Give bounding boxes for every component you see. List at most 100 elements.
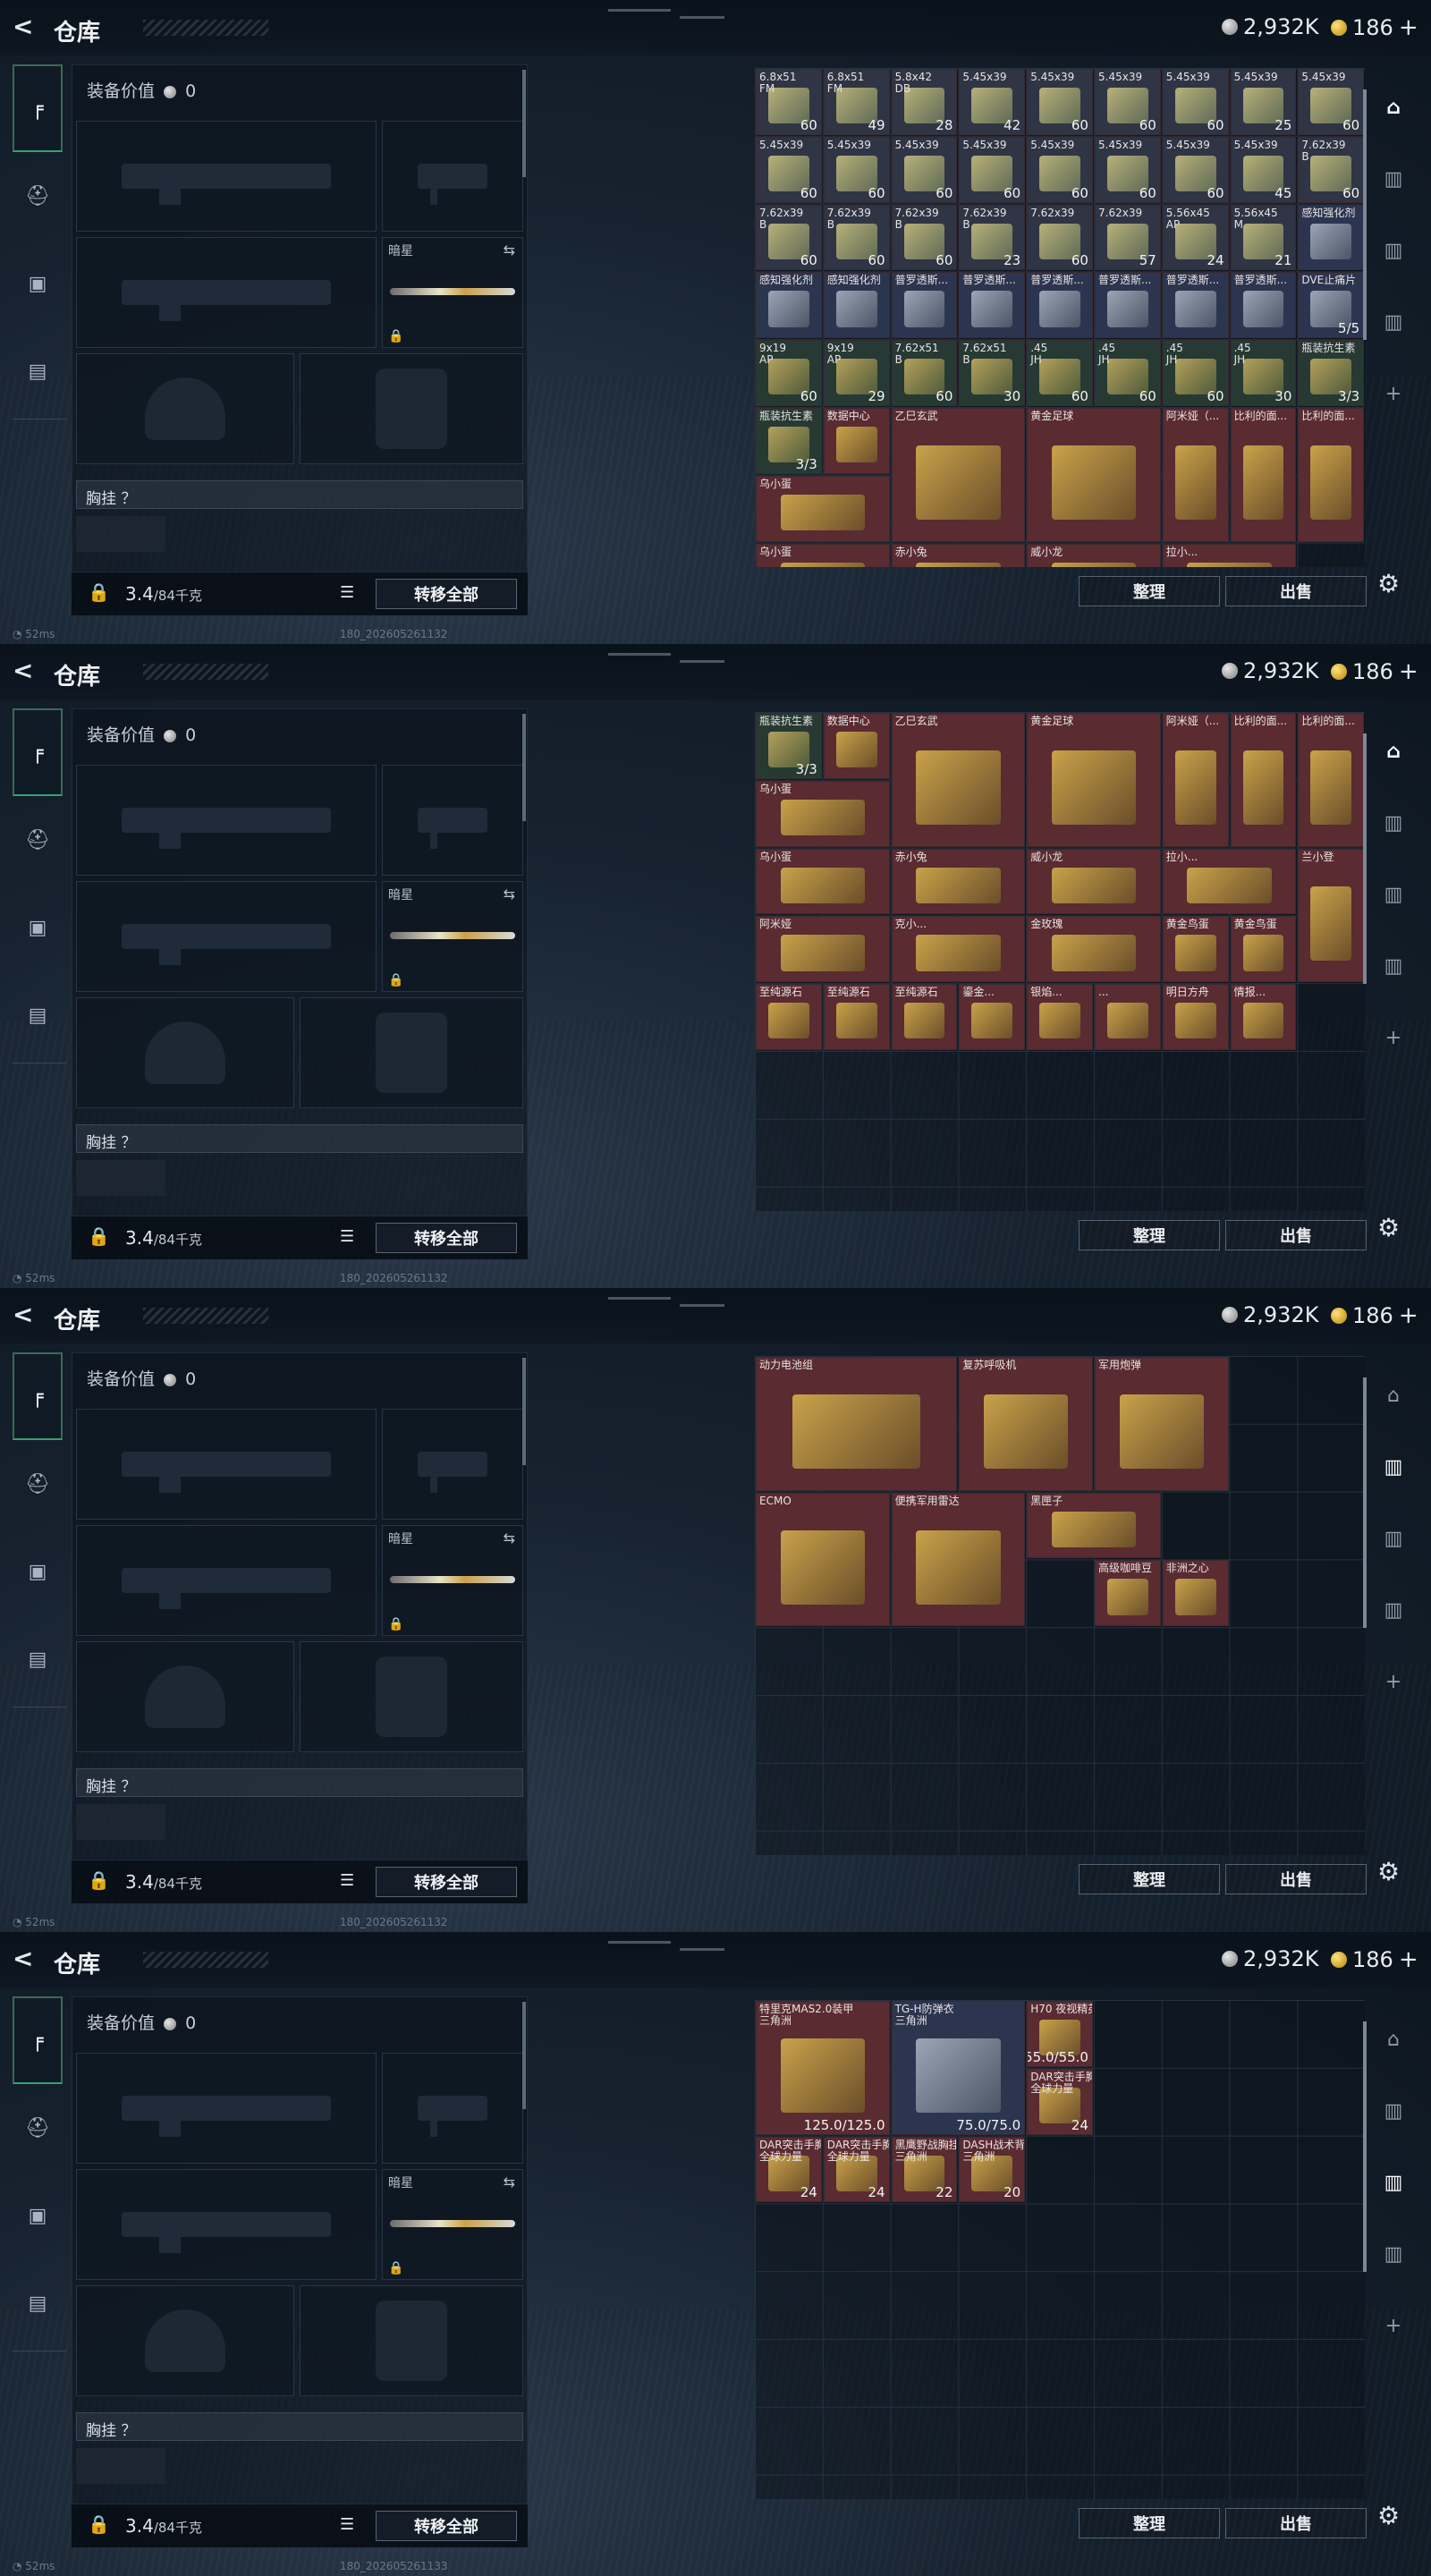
helmet-tab[interactable]: ⛑ [13, 1440, 63, 1528]
stash-item[interactable]: 7.62x39 B 60 [1298, 136, 1365, 203]
stash-item[interactable]: 7.62x39 B 23 [959, 204, 1026, 271]
loadout-scrollbar[interactable] [522, 70, 526, 177]
stash-item[interactable]: 鎏金... [959, 984, 1026, 1050]
storage-tab-main[interactable]: ⌂ [1367, 716, 1420, 787]
stash-item[interactable]: 银焰... [1027, 984, 1093, 1050]
settings-gear-icon[interactable]: ⚙ [1377, 1857, 1400, 1886]
swap-icon[interactable]: ⇆ [504, 886, 515, 902]
stash-item[interactable]: 拉小... [1162, 848, 1297, 915]
stash-item[interactable]: 非洲之心 [1162, 1560, 1229, 1627]
stash-item[interactable]: 7.62x39 B 60 [891, 204, 958, 271]
weapon-tab[interactable]: ╒ [13, 708, 63, 796]
back-button[interactable]: < [13, 1946, 36, 1971]
stash-item[interactable]: DAR突击手胸挂全球力量 24 [756, 2136, 822, 2203]
stash-item[interactable]: 黄金鸟蛋 [1162, 916, 1229, 983]
chest-rig-slot[interactable] [76, 1160, 165, 1196]
stash-item[interactable]: 便携军用雷达 [891, 1492, 1026, 1627]
stash-item[interactable]: ... [1095, 984, 1161, 1050]
stash-item[interactable]: 至纯源石 [756, 984, 822, 1050]
stash-item[interactable]: 金玫瑰 [1027, 916, 1161, 983]
stash-item[interactable]: DASH战术背包三角洲 20 [959, 2136, 1026, 2203]
stash-item[interactable]: 7.62x39 B 60 [823, 204, 890, 271]
sort-button[interactable]: 整理 [1079, 2508, 1220, 2538]
stash-item[interactable]: 情报... [1230, 984, 1297, 1050]
backpack-tab[interactable]: ▤ [13, 2259, 63, 2347]
armor-slot[interactable] [300, 2285, 523, 2396]
storage-tab-main[interactable]: ⌂ [1367, 72, 1420, 143]
stash-item[interactable]: 至纯源石 [823, 984, 890, 1050]
add-currency-icon[interactable]: + [1399, 658, 1418, 685]
stash-item[interactable]: 5.45x39 45 [1230, 136, 1297, 203]
chest-rig-slot[interactable] [76, 2448, 165, 2484]
stash-item[interactable]: 阿米娅（... [1162, 713, 1229, 847]
list-icon[interactable]: ☰ [340, 1871, 354, 1890]
stash-item[interactable]: 威小龙 [1027, 543, 1161, 567]
lock-icon[interactable]: 🔒 [88, 1225, 110, 1247]
backpack-tab[interactable]: ▤ [13, 1615, 63, 1703]
stash-item[interactable]: 特里克MAS2.0装甲 三角洲 125.0/125.0 [756, 2001, 890, 2135]
stash-item[interactable]: 5.56x45 AP 24 [1162, 204, 1229, 271]
stash-item[interactable]: 瓶装抗生素 3/3 [756, 408, 822, 474]
add-storage-button[interactable]: + [1367, 2290, 1420, 2361]
gold-currency[interactable]: 186 + [1331, 1302, 1418, 1329]
stash-item[interactable]: 7.62x51 B 60 [891, 340, 958, 406]
stash-item[interactable]: 赤小兔 [891, 543, 1026, 567]
gold-currency[interactable]: 186 + [1331, 658, 1418, 685]
add-currency-icon[interactable]: + [1399, 1302, 1418, 1329]
stash-item[interactable]: 5.8x42 DB 28 [891, 69, 958, 135]
stash-item[interactable]: 数据中心 [823, 408, 890, 474]
stash-item[interactable]: 5.45x39 60 [1095, 69, 1161, 135]
settings-gear-icon[interactable]: ⚙ [1377, 2501, 1400, 2530]
stash-item[interactable]: 5.45x39 60 [823, 136, 890, 203]
stash-item[interactable]: 比利的面... [1298, 408, 1365, 542]
helmet-slot[interactable] [76, 2285, 294, 2396]
stash-item[interactable]: 5.45x39 60 [1162, 136, 1229, 203]
settings-gear-icon[interactable]: ⚙ [1377, 569, 1400, 598]
weapon-tab[interactable]: ╒ [13, 1996, 63, 2084]
stash-item[interactable]: .45 JH 30 [1230, 340, 1297, 406]
storage-tab-4[interactable]: ▥ [1367, 1574, 1420, 1646]
stash-item[interactable]: 比利的面... [1298, 713, 1365, 847]
stash-item[interactable]: 普罗透斯... [1162, 272, 1229, 339]
stash-item[interactable]: 普罗透斯... [1230, 272, 1297, 339]
helmet-tab[interactable]: ⛑ [13, 796, 63, 884]
back-button[interactable]: < [13, 1302, 36, 1327]
stash-item[interactable]: 6.8x51 FM 49 [823, 69, 890, 135]
helmet-slot[interactable] [76, 997, 294, 1108]
sort-button[interactable]: 整理 [1079, 1864, 1220, 1894]
vest-tab[interactable]: ▣ [13, 2172, 63, 2259]
lock-icon[interactable]: 🔒 [88, 581, 110, 603]
stash-item[interactable]: 7.62x39 57 [1095, 204, 1161, 271]
sell-button[interactable]: 出售 [1225, 1864, 1367, 1894]
storage-tab-2[interactable]: ▥ [1367, 787, 1420, 859]
transfer-all-button[interactable]: 转移全部 [376, 1867, 517, 1897]
swap-icon[interactable]: ⇆ [504, 2174, 515, 2190]
chest-rig-header[interactable]: 胸挂 ？ [76, 1768, 523, 1797]
sort-button[interactable]: 整理 [1079, 1220, 1220, 1250]
stash-item[interactable]: 黑匣子 [1027, 1492, 1161, 1559]
add-storage-button[interactable]: + [1367, 1002, 1420, 1073]
lock-icon[interactable]: 🔒 [88, 2513, 110, 2535]
transfer-all-button[interactable]: 转移全部 [376, 2511, 517, 2541]
storage-tab-2[interactable]: ▥ [1367, 2075, 1420, 2147]
add-storage-button[interactable]: + [1367, 1646, 1420, 1717]
melee-slot[interactable]: 暗星 ⇆ 🔒 [382, 881, 523, 992]
stash-item[interactable]: 普罗透斯... [891, 272, 958, 339]
armor-slot[interactable] [300, 997, 523, 1108]
storage-tab-3[interactable]: ▥ [1367, 215, 1420, 286]
stash-item[interactable]: 黄金鸟蛋 [1230, 916, 1297, 983]
stash-item[interactable]: 赤小兔 [891, 848, 1026, 915]
sell-button[interactable]: 出售 [1225, 576, 1367, 606]
stash-item[interactable]: 5.56x45 M 21 [1230, 204, 1297, 271]
stash-item[interactable]: 5.45x39 60 [1298, 69, 1365, 135]
stash-item[interactable]: 克小... [891, 916, 1026, 983]
primary-weapon-slot[interactable] [76, 121, 377, 232]
secondary-weapon-slot[interactable] [76, 1525, 377, 1636]
stash-item[interactable]: 动力电池组 [756, 1357, 958, 1491]
stash-item[interactable]: 5.45x39 25 [1230, 69, 1297, 135]
helmet-tab[interactable]: ⛑ [13, 152, 63, 240]
stash-scrollbar[interactable] [1363, 733, 1367, 984]
storage-tab-4[interactable]: ▥ [1367, 286, 1420, 358]
stash-item[interactable]: 黑鹰野战胸挂 三角洲 22 [891, 2136, 958, 2203]
swap-icon[interactable]: ⇆ [504, 1530, 515, 1546]
